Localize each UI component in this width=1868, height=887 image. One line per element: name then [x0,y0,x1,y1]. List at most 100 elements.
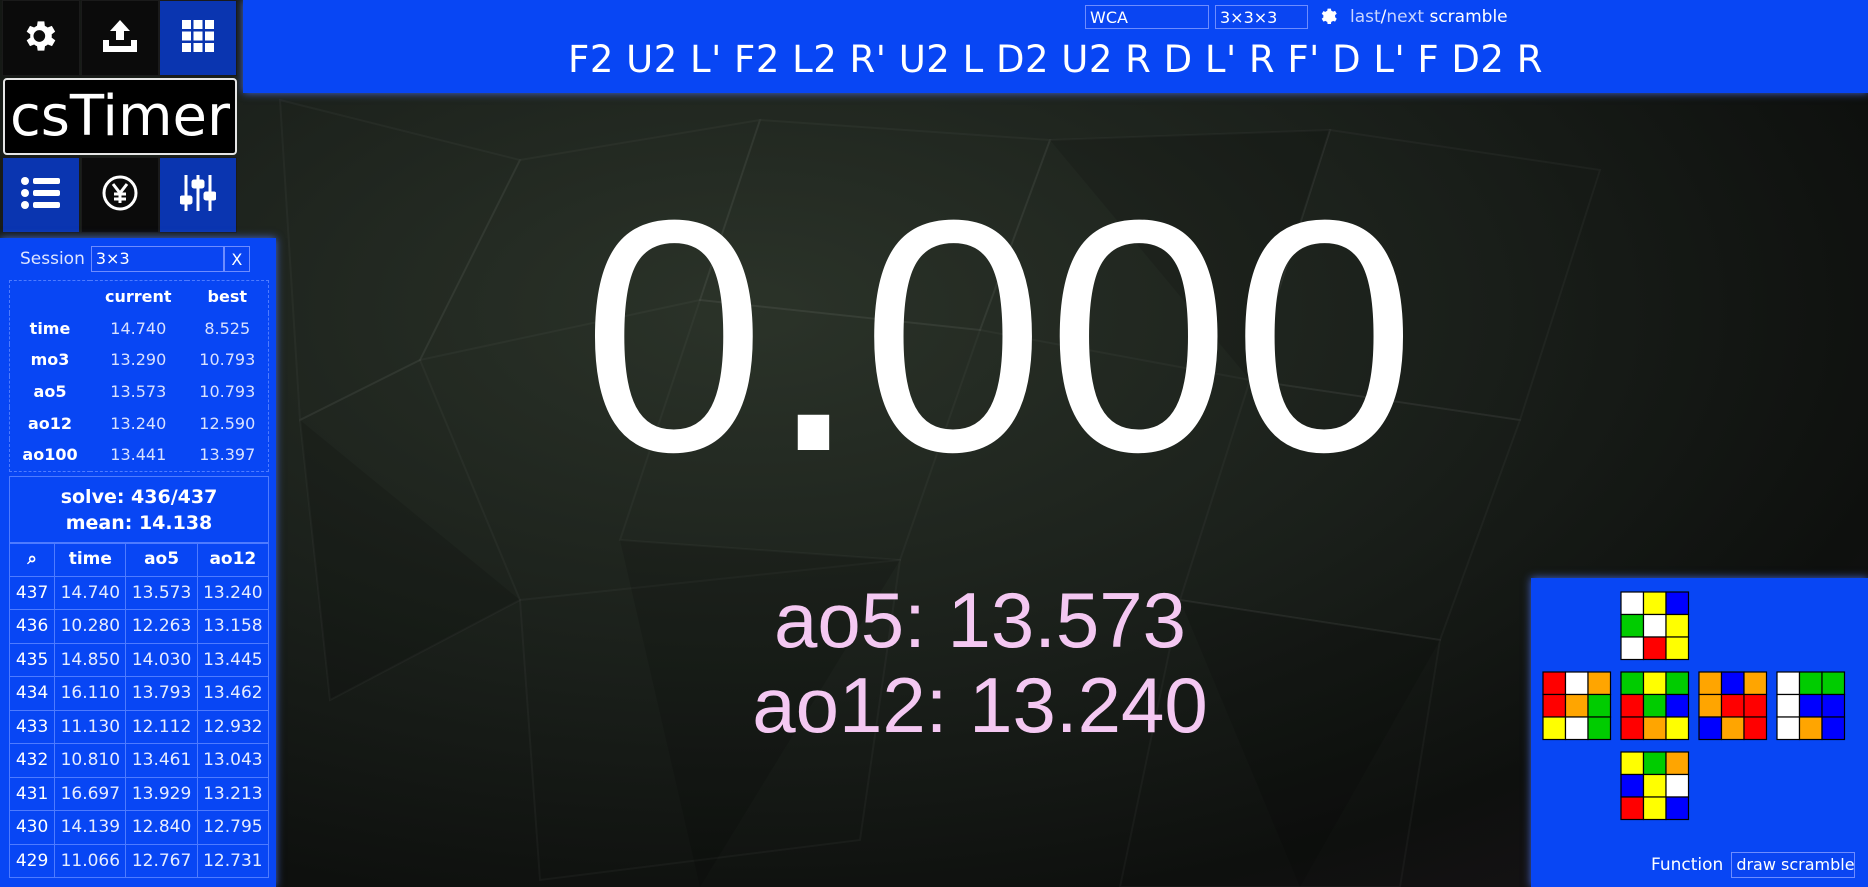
tools-settings-button[interactable] [159,157,237,233]
function-select[interactable]: draw scramble [1731,852,1856,878]
solve-ao12[interactable]: 13.158 [196,609,270,644]
solve-ao5[interactable]: 12.767 [125,843,198,878]
cube-sticker [1665,671,1690,696]
stats-row-mo3: mo3 13.290 10.793 [10,344,269,376]
scramble-image-panel: Function draw scramble [1531,578,1868,887]
clear-session-button[interactable]: X [223,246,250,272]
solve-time[interactable]: 14.850 [54,642,127,677]
cube-sticker [1665,636,1690,661]
cube-sticker [1587,716,1612,741]
solve-time[interactable]: 16.697 [54,776,127,811]
cube-sticker [1620,693,1645,718]
cube-face-L [1542,671,1612,741]
solve-ao5[interactable]: 13.461 [125,743,198,778]
solve-ao12[interactable]: 13.213 [196,776,270,811]
next-scramble-link[interactable]: next [1386,7,1424,27]
stat-current[interactable]: 13.441 [90,439,187,471]
stats-row-time: time 14.740 8.525 [10,313,269,345]
last-scramble-link[interactable]: last [1350,7,1381,27]
times-header-time: time [54,542,127,577]
solve-time[interactable]: 10.810 [54,743,127,778]
solve-time[interactable]: 10.280 [54,609,127,644]
cube-sticker [1642,773,1667,798]
solve-index[interactable]: 437 [8,575,56,610]
cube-sticker [1564,716,1589,741]
cube-sticker [1798,716,1823,741]
solve-index[interactable]: 435 [8,642,56,677]
export-button[interactable] [81,0,159,76]
cube-sticker [1620,671,1645,696]
function-row: Function draw scramble [1651,852,1856,878]
table-row: 433 11.130 12.112 12.932 [8,709,270,744]
solve-time[interactable]: 11.130 [54,709,127,744]
solve-ao5[interactable]: 13.573 [125,575,198,610]
session-summary[interactable]: solve: 436/437 mean: 14.138 [9,476,269,544]
cube-sticker [1542,716,1567,741]
stat-best[interactable]: 12.590 [187,407,269,439]
stat-best[interactable]: 13.397 [187,439,269,471]
stat-best[interactable]: 10.793 [187,344,269,376]
cube-sticker [1642,716,1667,741]
cube-face-D [1620,751,1690,821]
solve-ao5[interactable]: 13.929 [125,776,198,811]
solve-time[interactable]: 16.110 [54,676,127,711]
solve-ao5[interactable]: 14.030 [125,642,198,677]
options-button[interactable] [2,0,80,76]
solve-index[interactable]: 431 [8,776,56,811]
solve-ao12[interactable]: 12.731 [196,843,270,878]
times-table: ⌕ time ao5 ao12 437 14.740 13.573 13.240 436… [8,542,270,878]
cube-sticker [1620,636,1645,661]
cube-sticker [1642,613,1667,638]
solve-time[interactable]: 11.066 [54,843,127,878]
cube-sticker [1776,716,1801,741]
solve-ao12[interactable]: 12.795 [196,810,270,845]
stat-current[interactable]: 14.740 [90,313,187,345]
stat-label: ao12 [27,413,73,433]
scramble-type-select[interactable]: WCA [1085,5,1209,29]
solve-ao12[interactable]: 13.240 [196,575,270,610]
solve-time[interactable]: 14.139 [54,810,127,845]
cube-sticker [1776,693,1801,718]
solve-index[interactable]: 434 [8,676,56,711]
solve-ao12[interactable]: 13.043 [196,743,270,778]
session-row: Session 3×3 X [20,246,250,272]
solve-ao5[interactable]: 12.840 [125,810,198,845]
stat-current[interactable]: 13.240 [90,407,187,439]
cube-sticker [1620,751,1645,776]
solve-index[interactable]: 430 [8,810,56,845]
solve-index[interactable]: 436 [8,609,56,644]
solve-ao12[interactable]: 13.445 [196,642,270,677]
solve-ao12[interactable]: 13.462 [196,676,270,711]
export-icon [99,18,141,58]
solve-index[interactable]: 433 [8,709,56,744]
solve-time[interactable]: 14.740 [54,575,127,610]
stats-list-button[interactable] [2,157,80,233]
stat-best[interactable]: 10.793 [187,376,269,408]
stat-current[interactable]: 13.290 [90,344,187,376]
solve-ao5[interactable]: 13.793 [125,676,198,711]
cube-sticker [1743,671,1768,696]
cube-sticker [1642,751,1667,776]
solve-ao5[interactable]: 12.112 [125,709,198,744]
cube-sticker [1665,716,1690,741]
cube-sticker [1642,671,1667,696]
search-icon[interactable]: ⌕ [8,542,56,577]
cube-sticker [1821,671,1846,696]
solve-index[interactable]: 432 [8,743,56,778]
cstimer-logo[interactable]: csTimer [3,78,237,155]
timer-display[interactable]: 0.000 [570,171,1430,501]
scramble-tools-button[interactable] [159,0,237,76]
scramble-text[interactable]: F2 U2 L' F2 L2 R' U2 L D2 U2 R D L' R F'… [243,38,1868,81]
times-header-ao12: ao12 [196,542,270,577]
solve-index[interactable]: 429 [8,843,56,878]
stat-best[interactable]: 8.525 [187,313,269,345]
stat-label: mo3 [30,350,70,370]
gear-icon [21,16,61,60]
solve-ao5[interactable]: 12.263 [125,609,198,644]
donate-button[interactable] [81,157,159,233]
stat-current[interactable]: 13.573 [90,376,187,408]
solve-ao12[interactable]: 12.932 [196,709,270,744]
session-select[interactable]: 3×3 [90,246,224,272]
gear-icon[interactable] [1318,6,1340,28]
puzzle-select[interactable]: 3×3×3 [1215,5,1308,29]
